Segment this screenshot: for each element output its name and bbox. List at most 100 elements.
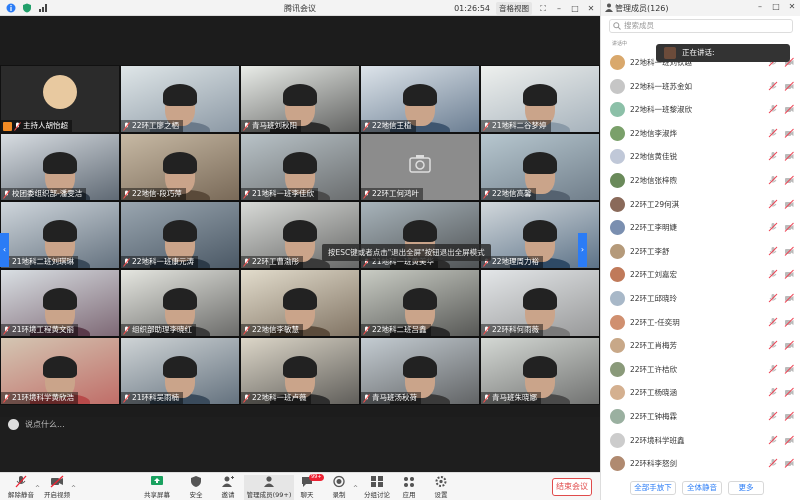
record-button[interactable]: 录制 ^ — [318, 475, 360, 499]
mic-muted-icon[interactable] — [768, 104, 778, 114]
camera-off-icon[interactable] — [784, 458, 794, 469]
camera-off-icon[interactable] — [784, 317, 794, 327]
view-mode-button[interactable]: 音格视图 — [496, 2, 532, 15]
member-row[interactable]: 22环工邱晓玲 — [600, 290, 800, 308]
emoji-icon[interactable] — [8, 419, 19, 430]
camera-off-icon[interactable] — [784, 104, 794, 115]
settings-button[interactable]: 设置 — [420, 475, 462, 499]
mic-muted-icon[interactable] — [768, 387, 778, 397]
maximize-icon[interactable]: □ — [570, 4, 580, 14]
more-button[interactable]: 更多 — [728, 481, 764, 495]
camera-off-icon[interactable] — [784, 340, 794, 351]
member-search-input[interactable]: 搜索成员 — [609, 19, 793, 33]
mic-muted-icon[interactable] — [768, 246, 778, 256]
participant-video-tile[interactable]: 22环工何鸿叶 — [360, 133, 480, 201]
participant-video-tile[interactable]: 21环境工程黄文丽 — [0, 269, 120, 337]
camera-off-icon[interactable] — [784, 435, 794, 445]
member-row[interactable]: 22地信李淑烨 — [600, 125, 800, 143]
member-row[interactable]: 22地信黄佳锐 — [600, 148, 800, 166]
member-row[interactable]: 22环工-任奕玥 — [600, 314, 800, 332]
member-row[interactable]: 22环工29何淇 — [600, 196, 800, 214]
participant-video-tile[interactable]: 组织部助理李晓红 — [120, 269, 240, 337]
member-row[interactable]: 22环工李明婕 — [600, 219, 800, 237]
camera-off-icon[interactable] — [784, 269, 794, 280]
participant-hair — [283, 288, 317, 310]
mic-muted-icon — [123, 257, 130, 267]
participant-video-tile[interactable]: 青马班刘秋阳 — [240, 65, 360, 133]
lower-all-hands-button[interactable]: 全部手放下 — [630, 481, 676, 495]
member-row[interactable]: 22环工钟梅霖 — [600, 408, 800, 426]
participant-video-tile[interactable]: 青马班朱晓娜 — [480, 337, 600, 405]
participant-video-tile[interactable]: 22地信高馨 — [480, 133, 600, 201]
member-row[interactable]: 22环工许桔欣 — [600, 361, 800, 379]
participant-video-tile[interactable]: 22地信李敏慧 — [240, 269, 360, 337]
participant-video-tile[interactable]: 主持人胡怡超 — [0, 65, 120, 133]
mic-muted-icon[interactable] — [768, 222, 778, 232]
mic-muted-icon[interactable] — [768, 81, 778, 91]
fullscreen-icon[interactable]: ⛶ — [538, 4, 548, 14]
mic-muted-icon[interactable] — [768, 435, 778, 445]
member-row[interactable]: 22环科李怒剑 — [600, 455, 800, 473]
member-row[interactable]: 22环工刘嘉宏 — [600, 266, 800, 284]
camera-off-icon[interactable] — [784, 364, 794, 374]
mic-muted-icon[interactable] — [768, 128, 778, 138]
mic-muted-icon[interactable] — [768, 411, 778, 421]
end-meeting-button[interactable]: 结束会议 — [552, 478, 592, 496]
mute-all-button[interactable]: 全体静音 — [682, 481, 722, 495]
start-video-button[interactable]: 开启视频 ^ — [36, 475, 78, 499]
mic-muted-icon[interactable] — [768, 269, 778, 279]
camera-off-icon[interactable] — [784, 199, 794, 209]
mic-muted-icon[interactable] — [768, 364, 778, 374]
camera-off-icon[interactable] — [784, 387, 794, 398]
participant-video-tile[interactable]: 校团委组织部-潘雯洁 — [0, 133, 120, 201]
participant-video-tile[interactable]: 22地信王植 — [360, 65, 480, 133]
mic-muted-icon[interactable] — [768, 293, 778, 303]
camera-off-icon[interactable] — [784, 81, 794, 91]
next-page-arrow-icon[interactable]: › — [578, 233, 587, 267]
minimize-icon[interactable]: – — [755, 2, 765, 12]
maximize-icon[interactable]: □ — [771, 2, 781, 12]
participant-video-tile[interactable]: 21环境科学黄欣浩 — [0, 337, 120, 405]
participant-video-tile[interactable]: 22环工廖之栖 — [120, 65, 240, 133]
member-row[interactable]: 22环工肖梅芳 — [600, 337, 800, 355]
camera-off-icon[interactable] — [784, 246, 794, 256]
share-screen-button[interactable]: 共享屏幕 — [136, 475, 178, 499]
camera-off-icon[interactable] — [784, 222, 794, 233]
camera-off-icon[interactable] — [784, 151, 794, 162]
participant-video-tile[interactable]: 21环科吴雨楠 — [120, 337, 240, 405]
mic-muted-icon[interactable] — [768, 458, 778, 468]
invite-button[interactable]: 邀请 — [207, 475, 249, 499]
member-row[interactable]: 22环境科学班鑫 — [600, 432, 800, 450]
camera-off-icon[interactable] — [784, 175, 794, 185]
mic-muted-icon[interactable] — [768, 199, 778, 209]
member-row[interactable]: 22环工李舒 — [600, 243, 800, 261]
participant-video-tile[interactable]: 22地科二班吕鑫 — [360, 269, 480, 337]
mic-muted-icon[interactable] — [768, 317, 778, 327]
member-row[interactable]: 22环工杨晓涵 — [600, 384, 800, 402]
participant-video-tile[interactable]: 21地科二班刘琪琳 — [0, 201, 120, 269]
camera-off-icon[interactable] — [784, 411, 794, 421]
previous-page-arrow-icon[interactable]: ‹ — [0, 233, 9, 267]
mic-muted-icon[interactable] — [768, 175, 778, 185]
participant-video-tile[interactable]: 21地科二谷梦婷 — [480, 65, 600, 133]
participant-video-tile[interactable]: 22地科一班卢薇 — [240, 337, 360, 405]
participant-video-tile[interactable]: 22环科何雨薇 — [480, 269, 600, 337]
mic-muted-icon[interactable] — [768, 151, 778, 161]
camera-off-icon[interactable] — [784, 128, 794, 138]
mic-muted-icon[interactable] — [768, 340, 778, 350]
camera-off-icon[interactable] — [784, 293, 794, 303]
participant-video-tile[interactable]: 青马班汤秋荷 — [360, 337, 480, 405]
close-icon[interactable]: ✕ — [586, 4, 596, 14]
member-row[interactable]: 22地科一班苏金如 — [600, 78, 800, 96]
participant-name: 22地科一班卢薇 — [252, 393, 307, 402]
member-row[interactable]: 22地科一班黎淑欣 — [600, 101, 800, 119]
chat-quick-input[interactable]: 说点什么... — [8, 419, 65, 430]
participant-video-tile[interactable]: 21地科一班李佳欣 — [240, 133, 360, 201]
close-icon[interactable]: ✕ — [787, 2, 797, 12]
chevron-up-icon[interactable]: ^ — [71, 485, 76, 492]
minimize-icon[interactable]: – — [554, 4, 564, 14]
participant-video-tile[interactable]: 22地信-段巧萍 — [120, 133, 240, 201]
member-name: 22地信张梓煦 — [630, 176, 678, 185]
participant-video-tile[interactable]: 22地科一班康元涛 — [120, 201, 240, 269]
member-row[interactable]: 22地信张梓煦 — [600, 172, 800, 190]
